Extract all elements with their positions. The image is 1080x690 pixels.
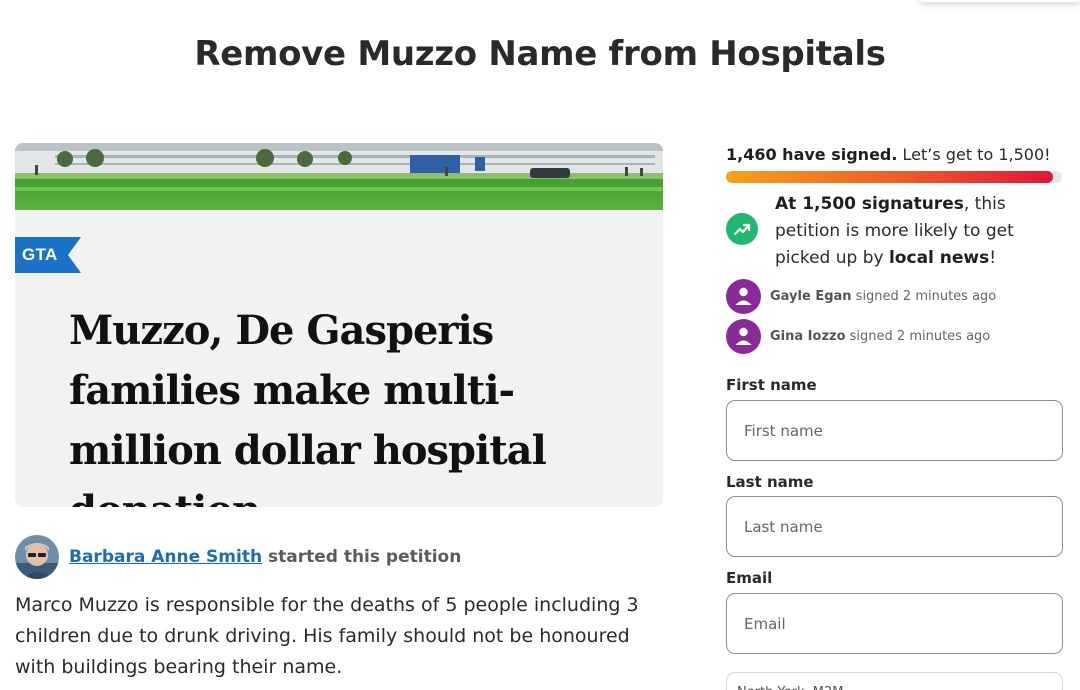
milestone-end: ! [989, 248, 997, 268]
milestone-bold-lead: At 1,500 signatures [775, 194, 964, 214]
author-row: Barbara Anne Smith started this petition [15, 535, 461, 579]
page-title: Remove Muzzo Name from Hospitals [194, 34, 886, 74]
petition-media-card: GTA Muzzo, De Gasperis families make mul… [15, 143, 663, 507]
signer-text: Gina Iozzo signed 2 minutes ago [770, 329, 990, 344]
location-field[interactable]: North York, M2M [726, 672, 1063, 690]
top-overlay-edge [920, 0, 1080, 2]
first-name-field[interactable] [726, 400, 1063, 461]
email-label: Email [726, 569, 773, 587]
signer-name: Gayle Egan [770, 288, 852, 304]
email-field[interactable] [726, 593, 1063, 654]
section-tag: GTA [15, 237, 95, 273]
author-action: started this petition [267, 547, 462, 567]
signer-text: Gayle Egan signed 2 minutes ago [770, 289, 996, 304]
last-name-label: Last name [726, 473, 814, 491]
last-name-field[interactable] [726, 496, 1063, 557]
signer-action: signed 2 minutes ago [855, 288, 997, 304]
author-avatar[interactable] [15, 535, 59, 579]
progress-bar [726, 171, 1062, 183]
recent-signer: Gayle Egan signed 2 minutes ago [726, 278, 1062, 314]
goal-text: Let’s get to 1,500! [902, 145, 1051, 164]
banner-photo [15, 143, 663, 210]
signed-count: 1,460 have signed. [726, 145, 898, 164]
progress-summary: 1,460 have signed. Let’s get to 1,500! [726, 145, 1062, 169]
petition-description: Marco Muzzo is responsible for the death… [15, 594, 639, 678]
sign-panel: 1,460 have signed. Let’s get to 1,500! A… [726, 145, 1063, 690]
signer-action: signed 2 minutes ago [849, 328, 991, 344]
user-icon [726, 318, 761, 354]
author-line: Barbara Anne Smith started this petition [69, 547, 461, 567]
milestone-bold-tail: local news [888, 248, 990, 268]
milestone-text: At 1,500 signatures, this petition is mo… [775, 191, 1065, 272]
author-name-link[interactable]: Barbara Anne Smith [69, 547, 262, 567]
recent-signer: Gina Iozzo signed 2 minutes ago [726, 318, 1062, 354]
section-tag-label: GTA [22, 245, 58, 264]
progress-bar-fill [726, 171, 1053, 183]
article-headline: Muzzo, De Gasperis families make multi-m… [69, 307, 547, 507]
trending-up-icon [726, 213, 758, 245]
author-photo [15, 535, 59, 579]
first-name-label: First name [726, 376, 817, 394]
user-icon [726, 278, 761, 314]
signer-name: Gina Iozzo [770, 328, 846, 344]
